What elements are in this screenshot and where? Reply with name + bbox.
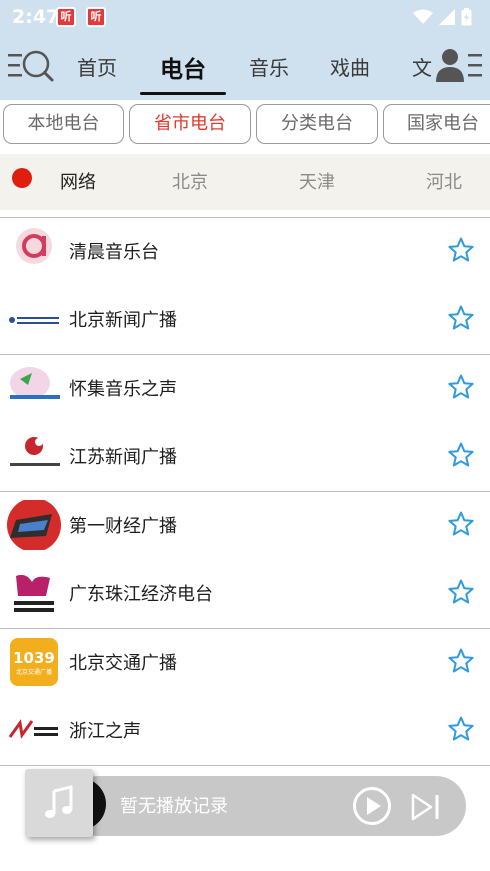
station-logo: [6, 226, 62, 276]
system-icons: [413, 6, 472, 28]
star-icon[interactable]: [448, 511, 474, 537]
province-hebei[interactable]: 河北: [426, 168, 462, 194]
station-logo: [6, 431, 62, 481]
station-name: 北京新闻广播: [69, 310, 177, 331]
selected-dot-icon: [12, 168, 32, 188]
station-row[interactable]: 广东珠江经济电台: [0, 559, 490, 627]
station-logo: [6, 568, 62, 618]
station-name: 浙江之声: [69, 721, 141, 742]
star-icon[interactable]: [448, 442, 474, 468]
star-icon[interactable]: [448, 237, 474, 263]
top-nav: 首页 电台 音乐 戏曲 文: [0, 34, 490, 100]
active-tab-indicator: [140, 92, 226, 95]
station-logo-text: 1039: [13, 648, 55, 667]
station-logo-subtext: 北京交通广播: [15, 668, 52, 676]
tab-music[interactable]: 音乐: [249, 52, 289, 81]
station-row[interactable]: 怀集音乐之声: [0, 354, 490, 422]
province-tianjin[interactable]: 天津: [299, 168, 335, 194]
divider: [0, 765, 490, 766]
star-icon[interactable]: [448, 579, 474, 605]
station-logo: [6, 363, 62, 413]
notification-icon: 听: [56, 7, 76, 27]
header: 2:47 听 听 首页 电台 音乐 戏曲 文: [0, 0, 490, 100]
play-icon[interactable]: [352, 786, 392, 826]
province-beijing[interactable]: 北京: [172, 168, 208, 194]
star-icon[interactable]: [448, 648, 474, 674]
station-row[interactable]: 1039 北京交通广播 北京交通广播: [0, 628, 490, 696]
station-logo: [6, 294, 62, 344]
station-row[interactable]: 第一财经广播: [0, 491, 490, 559]
tab-home[interactable]: 首页: [77, 52, 117, 81]
menu-search-icon[interactable]: [4, 46, 56, 86]
music-note-icon: [45, 785, 73, 818]
notification-icon: 听: [86, 7, 106, 27]
player-status-text: 暂无播放记录: [120, 796, 228, 817]
star-icon[interactable]: [448, 374, 474, 400]
next-track-icon[interactable]: [410, 792, 442, 822]
signal-icon: [439, 9, 455, 25]
station-row[interactable]: 北京新闻广播: [0, 285, 490, 353]
status-time: 2:47: [12, 6, 60, 28]
station-name: 怀集音乐之声: [69, 379, 177, 400]
station-row[interactable]: 江苏新闻广播: [0, 422, 490, 490]
segment-tabs: 本地电台 省市电台 分类电台 国家电台: [0, 100, 490, 150]
star-icon[interactable]: [448, 305, 474, 331]
station-name: 第一财经广播: [69, 516, 177, 537]
station-name: 北京交通广播: [69, 653, 177, 674]
wifi-icon: [413, 9, 433, 24]
station-name: 清晨音乐台: [69, 242, 159, 263]
station-row[interactable]: 浙江之声: [0, 696, 490, 764]
tab-opera[interactable]: 戏曲: [330, 52, 370, 81]
tab-culture[interactable]: 文: [412, 52, 432, 81]
station-logo: [6, 705, 62, 755]
battery-icon: [461, 8, 472, 26]
segment-local[interactable]: 本地电台: [3, 104, 124, 144]
station-name: 江苏新闻广播: [69, 447, 177, 468]
station-logo: 1039 北京交通广播: [6, 637, 62, 687]
status-bar: 2:47 听 听: [0, 0, 490, 34]
tab-radio[interactable]: 电台: [160, 50, 206, 84]
segment-national[interactable]: 国家电台: [383, 104, 490, 144]
segment-province[interactable]: 省市电台: [129, 104, 251, 144]
station-name: 广东珠江经济电台: [69, 584, 213, 605]
segment-category[interactable]: 分类电台: [256, 104, 378, 144]
station-row[interactable]: 清晨音乐台: [0, 217, 490, 285]
star-icon[interactable]: [448, 716, 474, 742]
station-logo: [6, 500, 62, 550]
province-network[interactable]: 网络: [60, 168, 96, 194]
album-cover[interactable]: [25, 769, 93, 837]
app-root: 2:47 听 听 首页 电台 音乐 戏曲 文 本地电台 省市电台 分类电台 国家…: [0, 0, 490, 871]
user-list-icon[interactable]: [434, 46, 486, 86]
province-filter: 网络 北京 天津 河北: [0, 154, 490, 210]
